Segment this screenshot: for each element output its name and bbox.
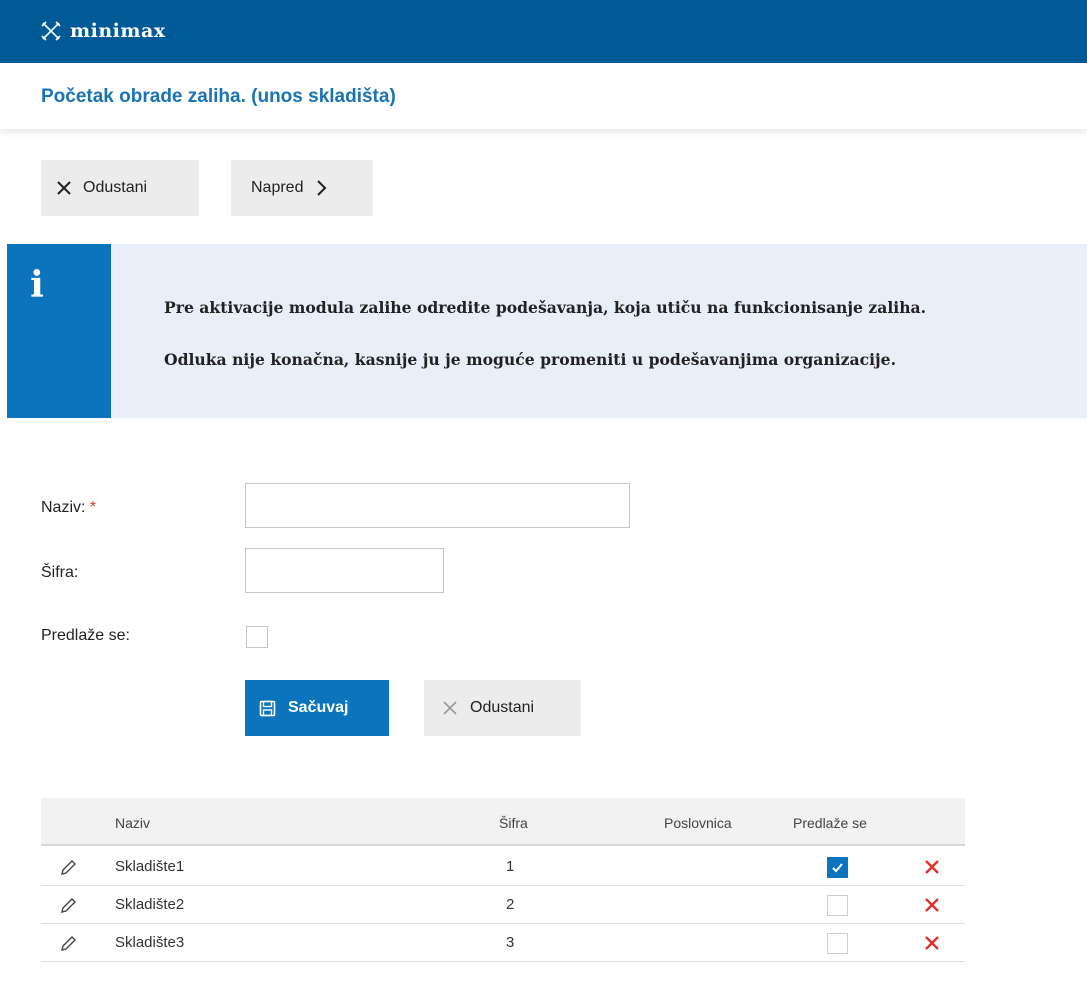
info-text-line1: Pre aktivacije modula zalihe odredite po… [164, 298, 927, 317]
column-header-branch[interactable]: Poslovnica [664, 815, 732, 831]
info-icon: i [30, 264, 44, 306]
code-input[interactable] [245, 548, 444, 593]
cell-code: 3 [506, 934, 515, 951]
column-header-code[interactable]: Šifra [499, 815, 528, 831]
pencil-icon[interactable] [59, 859, 77, 877]
table-row[interactable]: Skladište2 2 [41, 886, 965, 924]
delete-icon[interactable] [922, 933, 942, 953]
name-label: Naziv: * [41, 499, 96, 517]
save-button-label: Sačuvaj [288, 699, 349, 716]
top-bar: minimax [0, 0, 1087, 63]
cell-name: Skladište1 [115, 858, 185, 875]
minimax-logo-icon [41, 21, 61, 41]
logo-text: minimax [70, 20, 166, 42]
delete-icon[interactable] [922, 895, 942, 915]
cell-code: 2 [506, 896, 515, 913]
delete-icon[interactable] [922, 857, 942, 877]
name-label-text: Naziv: [41, 499, 86, 516]
logo[interactable]: minimax [40, 14, 166, 48]
code-label: Šifra: [41, 564, 79, 581]
next-button[interactable]: Napred [231, 160, 373, 216]
row-suggested-checkbox[interactable] [827, 857, 848, 878]
checkmark-icon [832, 863, 843, 873]
row-suggested-checkbox[interactable] [827, 933, 848, 954]
name-input[interactable] [245, 483, 630, 528]
table-row[interactable]: Skladište3 3 [41, 924, 965, 962]
table-header: Naziv Šifra Poslovnica Predlaže se [41, 798, 965, 846]
pencil-icon[interactable] [59, 935, 77, 953]
suggested-label: Predlaže se: [41, 627, 130, 644]
column-header-name[interactable]: Naziv [115, 815, 150, 831]
cancel-button[interactable]: Odustani [41, 160, 199, 216]
chevron-right-icon [317, 180, 327, 196]
row-suggested-checkbox[interactable] [827, 895, 848, 916]
page-title: Početak obrade zaliha. (unos skladišta) [41, 86, 396, 107]
title-bar: Početak obrade zaliha. (unos skladišta) [0, 63, 1087, 129]
save-icon [259, 700, 276, 716]
cancel-button-label: Odustani [83, 179, 148, 196]
cell-name: Skladište2 [115, 896, 185, 913]
cell-name: Skladište3 [115, 934, 185, 951]
required-mark: * [89, 499, 97, 516]
save-button[interactable]: Sačuvaj [245, 680, 389, 736]
suggested-checkbox[interactable] [246, 626, 268, 648]
next-button-label: Napred [251, 179, 304, 196]
info-text-line2: Odluka nije konačna, kasnije ju je moguć… [164, 350, 897, 369]
form-cancel-button[interactable]: Odustani [424, 680, 581, 736]
info-sidebar: i [7, 244, 111, 418]
info-box: i Pre aktivacije modula zalihe odredite … [7, 244, 1087, 418]
close-icon [57, 181, 71, 195]
cell-code: 1 [506, 858, 515, 875]
form-cancel-button-label: Odustani [470, 699, 535, 716]
column-header-suggested[interactable]: Predlaže se [793, 815, 867, 831]
close-icon [443, 701, 457, 715]
pencil-icon[interactable] [59, 897, 77, 915]
table-row[interactable]: Skladište1 1 [41, 848, 965, 886]
